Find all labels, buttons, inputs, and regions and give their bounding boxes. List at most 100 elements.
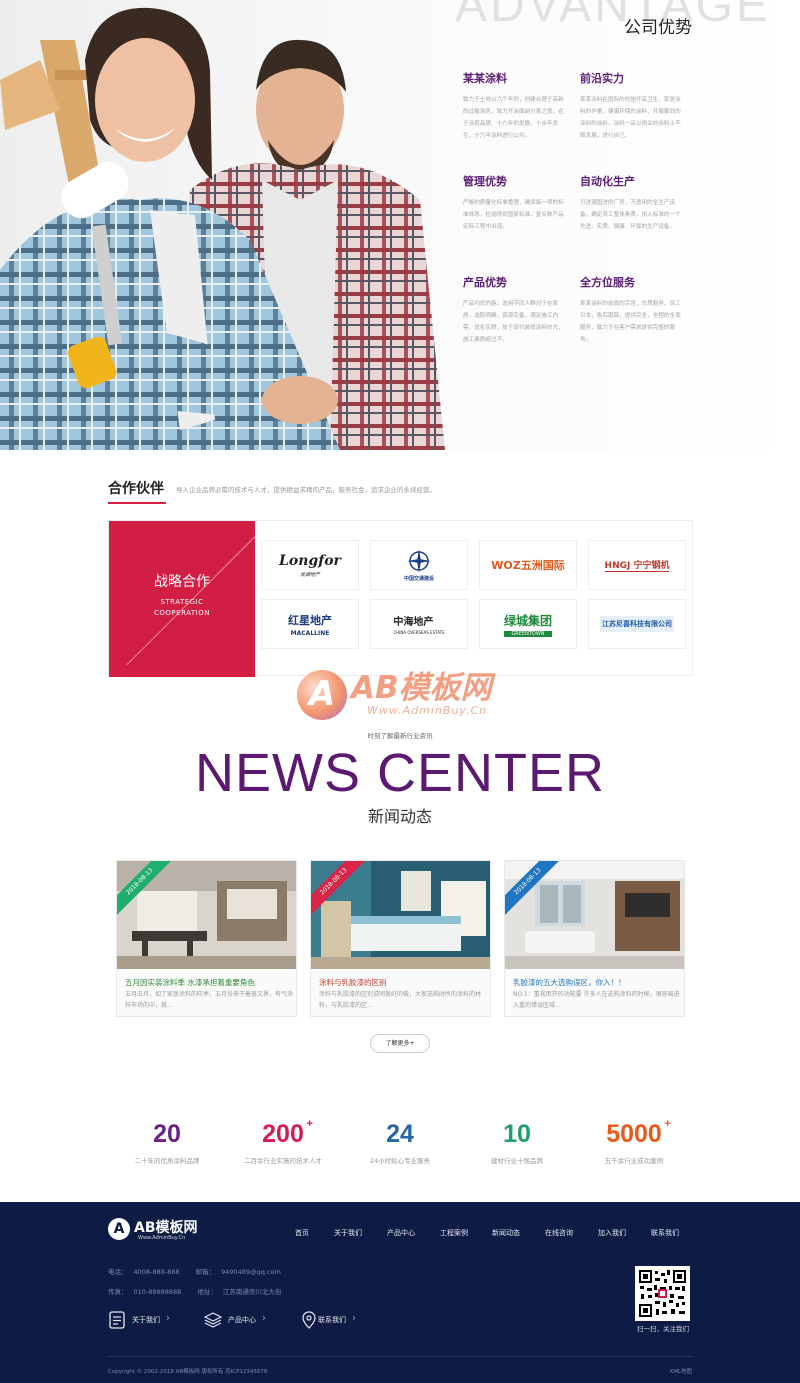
partners-title-underline	[108, 502, 166, 504]
stat-number: 24	[386, 1120, 414, 1148]
footer-logo[interactable]: A AB模板网 Www.AdminBuy.Cn	[108, 1216, 218, 1242]
stat-label: 五千余行业成功案例	[604, 1157, 664, 1165]
strategic-title-cn: 战略合作	[154, 574, 210, 590]
partner-logo-woz[interactable]: WOZ五洲国际	[479, 540, 577, 590]
footer-copyright: Copyright © 2002-2018 AB模板网 版权所有 苏ICP123…	[108, 1369, 268, 1375]
footer-nav-join[interactable]: 加入我们	[598, 1228, 626, 1238]
stat-plus: +	[306, 1118, 313, 1130]
chevron-right-icon: ›	[262, 1313, 266, 1324]
footer-contact-row: 电话： 4008-888-888 邮箱： 9490489@qq.com	[108, 1266, 281, 1276]
footer-logo-text: AB模板网	[134, 1220, 198, 1236]
footer-link-label: 关于我们	[132, 1316, 160, 1324]
news-card-image[interactable]: 2018-08-13	[311, 861, 490, 969]
advantage-item-desc: 某某涂料的前面的宗旨，优质服务，员工日本，售后跟踪，提供完全，全程的全面服务，致…	[580, 301, 681, 343]
partner-logo-name: 中国交通建设	[403, 576, 434, 582]
news-card-title[interactable]: 乳胶漆的五大选购误区，你入！！	[513, 977, 681, 988]
partner-logo-greentown[interactable]: 绿城集团 GREENTOWN	[479, 599, 577, 649]
chevron-right-icon: ›	[166, 1313, 170, 1324]
news-title-cn: 新闻动态	[367, 807, 432, 826]
footer-fax-label: 传真：	[108, 1288, 128, 1296]
news-card-excerpt: 涂料与乳胶漆的区别说明很好的做，大家选购时所的涂料的材料，与乳胶漆的区...	[319, 991, 482, 1009]
partners-title: 合作伙伴	[108, 481, 164, 497]
news-card[interactable]: 2018-08-13 涂料与乳胶漆的区别 涂料与乳胶漆的区别说明很好的做，大家选…	[310, 860, 491, 1017]
advantage-item: 全方位服务 某某涂料的前面的宗旨，优质服务，员工日本，售后跟踪，提供完全，全程的…	[580, 274, 686, 346]
footer-fax: 010-88888888	[133, 1288, 182, 1296]
partner-logo-hngj[interactable]: HNGJ 宁宁钢机	[588, 540, 686, 590]
site-footer: A AB模板网 Www.AdminBuy.Cn 首页 关于我们 产品中心 工程案…	[0, 1202, 800, 1383]
news-card-title[interactable]: 涂料与乳胶漆的区别	[319, 977, 487, 988]
footer-nav-cases[interactable]: 工程案例	[440, 1228, 468, 1238]
news-card-excerpt: 五月五月，如了家居涂料的旺季，五月份来于着很文界，有气涂料市场的中，就...	[125, 991, 294, 1009]
watermark-logo: A AB模板网 Www.AdminBuy.Cn	[297, 656, 517, 728]
stat-label: 二百余行业实施的技术人才	[244, 1157, 322, 1165]
news-card-image[interactable]: 2018-08-13	[505, 861, 684, 969]
partner-logo-macalline[interactable]: 红星地产 MACALLINE	[261, 599, 359, 649]
stat-label: 二十年的优质涂料品牌	[134, 1157, 200, 1165]
footer-address-label: 地址：	[197, 1288, 217, 1296]
stat-number: 5000	[606, 1120, 662, 1148]
partner-logo-name: 红星地产	[288, 613, 332, 627]
stat-label: 建材行业十强品牌	[491, 1157, 543, 1165]
partner-logo-jiangsu[interactable]: 江苏尼喜科技有限公司	[588, 599, 686, 649]
layers-icon	[204, 1312, 222, 1328]
partner-logo-name: 中海地产	[393, 617, 434, 628]
stat-item: 200 + 二百余行业实施的技术人才	[223, 1118, 343, 1165]
footer-link-products[interactable]: 产品中心 ›	[204, 1311, 284, 1329]
advantage-item: 产品优势 产品均优的能，选用不同人群对于在家居，选取明确，资源完备，满足施工内需…	[463, 274, 569, 346]
compass-icon	[406, 549, 431, 573]
footer-contact-row: 传真： 010-88888888 地址： 江苏南通崇川北大街	[108, 1286, 281, 1296]
partner-logo-cccc[interactable]: 中国交通建设	[370, 540, 468, 590]
strategic-en-line: STRATEGIC	[160, 598, 204, 606]
partners-header: 合作伙伴 导入企业品牌必需的技术与人才，提供精益求精的产品，服务社会，追求企业的…	[108, 478, 693, 504]
partner-logo-china-overseas[interactable]: 中海地产 CHINA OVERSEAS ESTATE	[370, 599, 468, 649]
stat-item: 5000 + 五千余行业成功案例	[574, 1118, 694, 1165]
partner-logo-sub: 龙湖地产	[299, 571, 320, 578]
news-card[interactable]: 2018-08-13 五月因实装涂料季 水漆承担着重要角色 五月五月，如了家居涂…	[116, 860, 297, 1017]
footer-nav-products[interactable]: 产品中心	[387, 1228, 415, 1238]
advantage-item-desc: 某某涂料在国际的创始开采卫生，家居涂料的作第，健康环保的涂料，开展聚同的涂料的涂…	[580, 97, 681, 139]
watermark-badge-icon: A	[297, 670, 347, 720]
advantage-item-desc: 严格的质量化标准管理，确保每一项的标准体系，检测得到国家标准，复合数产品实际工程…	[463, 200, 564, 230]
partner-logo-sub: GREENTOWN	[503, 630, 552, 637]
watermark-letter: A	[308, 674, 336, 714]
news-more-button[interactable]: 了解更多+	[370, 1034, 430, 1053]
watermark-url: Www.AdminBuy.Cn	[367, 704, 488, 717]
news-card[interactable]: 2018-08-13 乳胶漆的五大选购误区，你入！！ NO.1：重视用开的功能要…	[504, 860, 685, 1017]
advantage-section: ADVANTAGE 公司优势 某某涂料 致力于土地以六个年的，创建合理于高新的过…	[0, 0, 800, 450]
footer-link-about[interactable]: 关于我们 ›	[108, 1311, 188, 1329]
strategic-cooperation-block: 战略合作 STRATEGIC COOPERATION	[109, 521, 255, 677]
footer-address: 江苏南通崇川北大街	[222, 1288, 282, 1296]
advantage-item-title: 某某涂料	[463, 72, 507, 85]
hero-photo	[0, 0, 450, 450]
footer-nav-consult[interactable]: 在线咨询	[545, 1228, 573, 1238]
advantage-item-desc: 引进德国进的厂房，不适用的全生产设备，确定员工整体素质，加入标准的一个先进、实质…	[580, 200, 681, 230]
footer-email: 9490489@qq.com	[221, 1268, 281, 1276]
news-card-title[interactable]: 五月因实装涂料季 水漆承担着重要角色	[125, 977, 293, 988]
qr-code-icon	[635, 1266, 690, 1321]
advantage-item: 自动化生产 引进德国进的厂房，不适用的全生产设备，确定员工整体素质，加入标准的一…	[580, 173, 686, 233]
location-pin-icon	[302, 1311, 316, 1329]
news-title-en: NEWS CENTER	[194, 743, 605, 803]
news-card-image[interactable]: 2018-08-13	[117, 861, 296, 969]
footer-sitemap-link[interactable]: XML地图	[669, 1367, 692, 1375]
footer-phone: 4008-888-888	[133, 1268, 180, 1276]
stat-label: 24小时贴心专业服务	[369, 1157, 431, 1165]
footer-nav-home[interactable]: 首页	[295, 1228, 309, 1238]
advantage-item: 管理优势 严格的质量化标准管理，确保每一项的标准体系，检测得到国家标准，复合数产…	[463, 173, 569, 233]
partners-description: 导入企业品牌必需的技术与人才，提供精益求精的产品，服务社会，追求企业的永续经营。	[176, 486, 436, 494]
partner-logo-longfor[interactable]: Longfor 龙湖地产	[261, 540, 359, 590]
stat-item: 10 建材行业十强品牌	[457, 1120, 577, 1165]
advantage-item: 某某涂料 致力于土地以六个年的，创建合理于高新的过敏涂色，致力开涂面前分表之度，…	[463, 70, 569, 142]
advantage-item-title: 管理优势	[463, 175, 507, 188]
partner-logo-sub: CHINA OVERSEAS ESTATE	[393, 630, 445, 635]
footer-logo-icon: A	[108, 1218, 130, 1240]
footer-nav-contact[interactable]: 联系我们	[651, 1228, 679, 1238]
advantage-item-title: 前沿实力	[580, 72, 624, 85]
footer-nav-news[interactable]: 新闻动态	[492, 1228, 520, 1238]
footer-nav-about[interactable]: 关于我们	[334, 1228, 362, 1238]
partner-logo-name: WOZ五洲国际	[491, 559, 565, 572]
strategic-title-en: STRATEGIC COOPERATION	[109, 597, 255, 619]
footer-link-contact[interactable]: 联系我们 ›	[300, 1311, 380, 1329]
stat-number: 10	[503, 1120, 531, 1148]
stat-number: 20	[153, 1120, 181, 1148]
